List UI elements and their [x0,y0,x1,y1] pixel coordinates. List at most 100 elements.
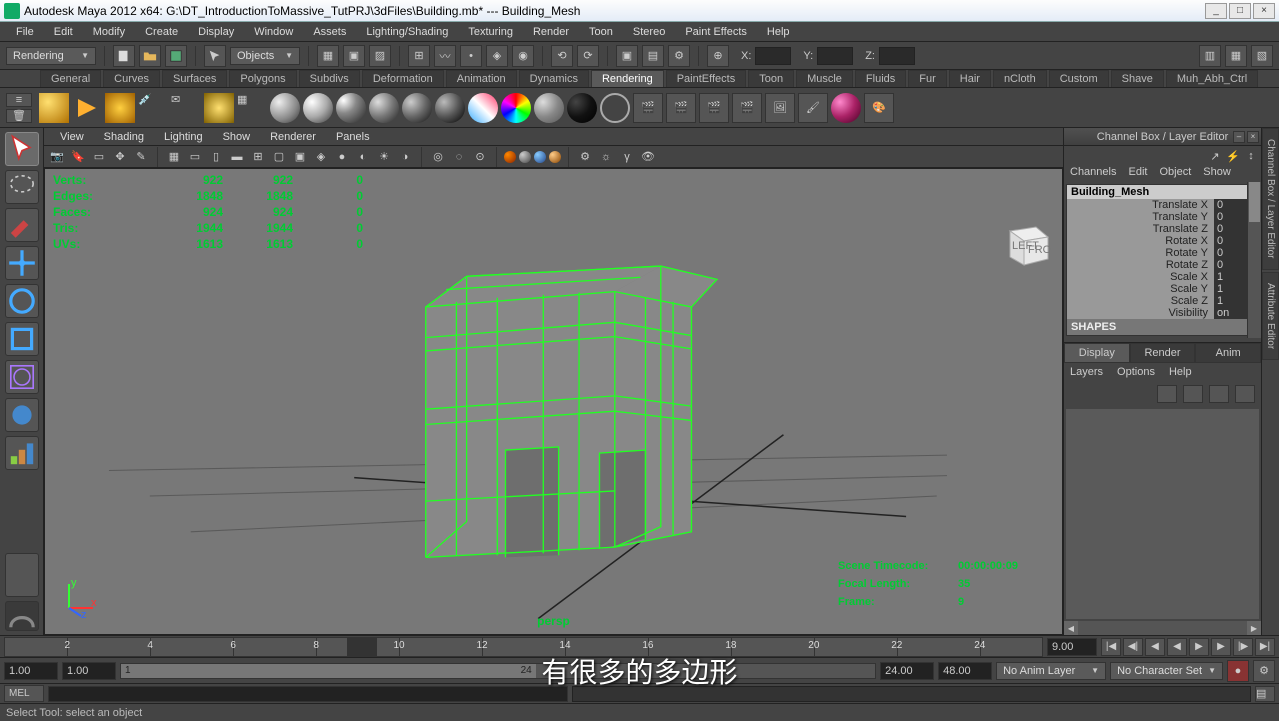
anisotropic-sphere-icon[interactable] [402,93,432,123]
brush-icon[interactable]: 🖌 [798,93,828,123]
vp-safe-action-icon[interactable]: ▢ [270,148,288,166]
current-time-marker[interactable] [347,638,377,656]
vp-light-icon[interactable]: ☀ [375,148,393,166]
light-point-icon[interactable] [105,93,135,123]
menu-painteffects[interactable]: Paint Effects [675,24,757,40]
paint-select-tool[interactable] [5,208,39,242]
anim-start-field[interactable] [4,662,58,680]
channel-object-name[interactable]: Building_Mesh [1067,185,1258,199]
channel-attr-row[interactable]: Visibilityon [1067,307,1258,319]
shelf-tab-subdivs[interactable]: Subdivs [299,70,360,87]
go-start-button[interactable]: |◀ [1101,638,1121,656]
light-sphere-icon[interactable] [534,93,564,123]
current-frame-field[interactable] [1047,638,1097,656]
vp-menu-renderer[interactable]: Renderer [260,129,326,145]
anim-layer-dropdown[interactable]: No Anim Layer▼ [996,662,1106,680]
menu-assets[interactable]: Assets [303,24,356,40]
channel-hyper-icon[interactable]: ↕ [1243,148,1259,164]
character-set-dropdown[interactable]: No Character Set▼ [1110,662,1223,680]
lasso-tool[interactable] [5,170,39,204]
playback-end-field[interactable] [880,662,934,680]
vp-xray-icon[interactable]: ◌ [450,148,468,166]
scroll-left-icon[interactable]: ◀ [1064,621,1078,635]
layered-sphere-icon[interactable] [468,93,498,123]
vp-gate-mask-icon[interactable]: ▬ [228,148,246,166]
play-back-button[interactable]: ◀ [1167,638,1187,656]
auto-key-button[interactable]: ● [1227,660,1249,682]
panel-minimize-button[interactable]: – [1233,131,1245,143]
channel-attr-row[interactable]: Rotate Y0 [1067,247,1258,259]
last-tool[interactable] [5,553,39,597]
shelf-tab-fur[interactable]: Fur [908,70,947,87]
lambert-sphere-icon[interactable] [270,93,300,123]
vp-menu-shading[interactable]: Shading [94,129,154,145]
soft-mod-tool[interactable] [5,398,39,432]
matcap-4-icon[interactable] [549,151,561,163]
anim-end-field[interactable] [938,662,992,680]
save-scene-button[interactable] [165,45,187,67]
shelf-tab-custom[interactable]: Custom [1049,70,1109,87]
layer-tab-render[interactable]: Render [1130,343,1196,363]
layer-tab-display[interactable]: Display [1064,343,1130,363]
shelf-tab-polygons[interactable]: Polygons [229,70,296,87]
close-button[interactable]: × [1253,3,1275,19]
menu-display[interactable]: Display [188,24,244,40]
menu-texturing[interactable]: Texturing [458,24,523,40]
menu-edit[interactable]: Edit [44,24,83,40]
shelf-menu-button[interactable]: ≡ [6,93,32,107]
maximize-button[interactable]: □ [1229,3,1251,19]
shelf-tab-hair[interactable]: Hair [949,70,991,87]
cb-menu-channels[interactable]: Channels [1070,166,1116,180]
history-off-button[interactable]: ⟳ [577,45,599,67]
layer-menu-options[interactable]: Options [1117,366,1155,378]
maya-logo-icon[interactable] [5,601,39,631]
vp-wireframe-icon[interactable]: ◈ [312,148,330,166]
minimize-button[interactable]: _ [1205,3,1227,19]
view-cube[interactable]: LEFT FRONT [998,219,1052,269]
range-slider-track[interactable]: 1 24 [120,663,876,679]
shelf-tab-surfaces[interactable]: Surfaces [162,70,227,87]
layer-tab-anim[interactable]: Anim [1195,343,1261,363]
clapboard-4-icon[interactable]: 🎬 [732,93,762,123]
vp-textured-icon[interactable]: ◐ [354,148,372,166]
script-language-label[interactable]: MEL [4,685,44,702]
channel-attr-row[interactable]: Rotate Z0 [1067,259,1258,271]
render-settings-button[interactable]: ⚙ [668,45,690,67]
vp-field-chart-icon[interactable]: ⊞ [249,148,267,166]
vtab-attribute-editor[interactable]: Attribute Editor [1262,272,1279,360]
history-button[interactable]: ⟲ [551,45,573,67]
channel-manip-icon[interactable]: ↗ [1207,148,1223,164]
menu-window[interactable]: Window [244,24,303,40]
channel-speed-icon[interactable]: ⚡ [1225,148,1241,164]
sel-by-hierarchy-button[interactable]: ▦ [317,45,339,67]
menu-file[interactable]: File [6,24,44,40]
snap-grid-button[interactable]: ⊞ [408,45,430,67]
layer-new-empty-button[interactable] [1157,385,1177,403]
shelf-tab-deformation[interactable]: Deformation [362,70,444,87]
scale-tool[interactable] [5,322,39,356]
perspective-viewport[interactable]: Verts:9229220Edges:184818480Faces:924924… [44,168,1063,635]
layer-list-area[interactable] [1066,409,1259,619]
vp-film-gate-icon[interactable]: ▭ [186,148,204,166]
dark-sphere-icon[interactable] [567,93,597,123]
channel-attr-row[interactable]: Scale Z1 [1067,295,1258,307]
sel-by-object-button[interactable]: ▣ [343,45,365,67]
blinn-sphere-icon[interactable] [303,93,333,123]
shelf-tab-general[interactable]: General [40,70,101,87]
play-forward-button[interactable]: ▶ [1189,638,1209,656]
time-slider-track[interactable]: 24681012141618202224 [4,637,1043,657]
menu-render[interactable]: Render [523,24,579,40]
vp-image-plane-icon[interactable]: ▭ [90,148,108,166]
shelf-tab-painteffects[interactable]: PaintEffects [666,70,747,87]
vp-select-camera-icon[interactable]: 📷 [48,148,66,166]
channel-attr-row[interactable]: Rotate X0 [1067,235,1258,247]
channel-attr-row[interactable]: Scale X1 [1067,271,1258,283]
module-selector[interactable]: Rendering▼ [6,47,96,65]
rotate-tool[interactable] [5,284,39,318]
menu-stereo[interactable]: Stereo [623,24,675,40]
menu-modify[interactable]: Modify [83,24,135,40]
script-editor-button[interactable]: ▤ [1255,686,1275,702]
vp-bookmarks-icon[interactable]: 🔖 [69,148,87,166]
snap-live-button[interactable]: ◉ [512,45,534,67]
outline-sphere-icon[interactable] [600,93,630,123]
